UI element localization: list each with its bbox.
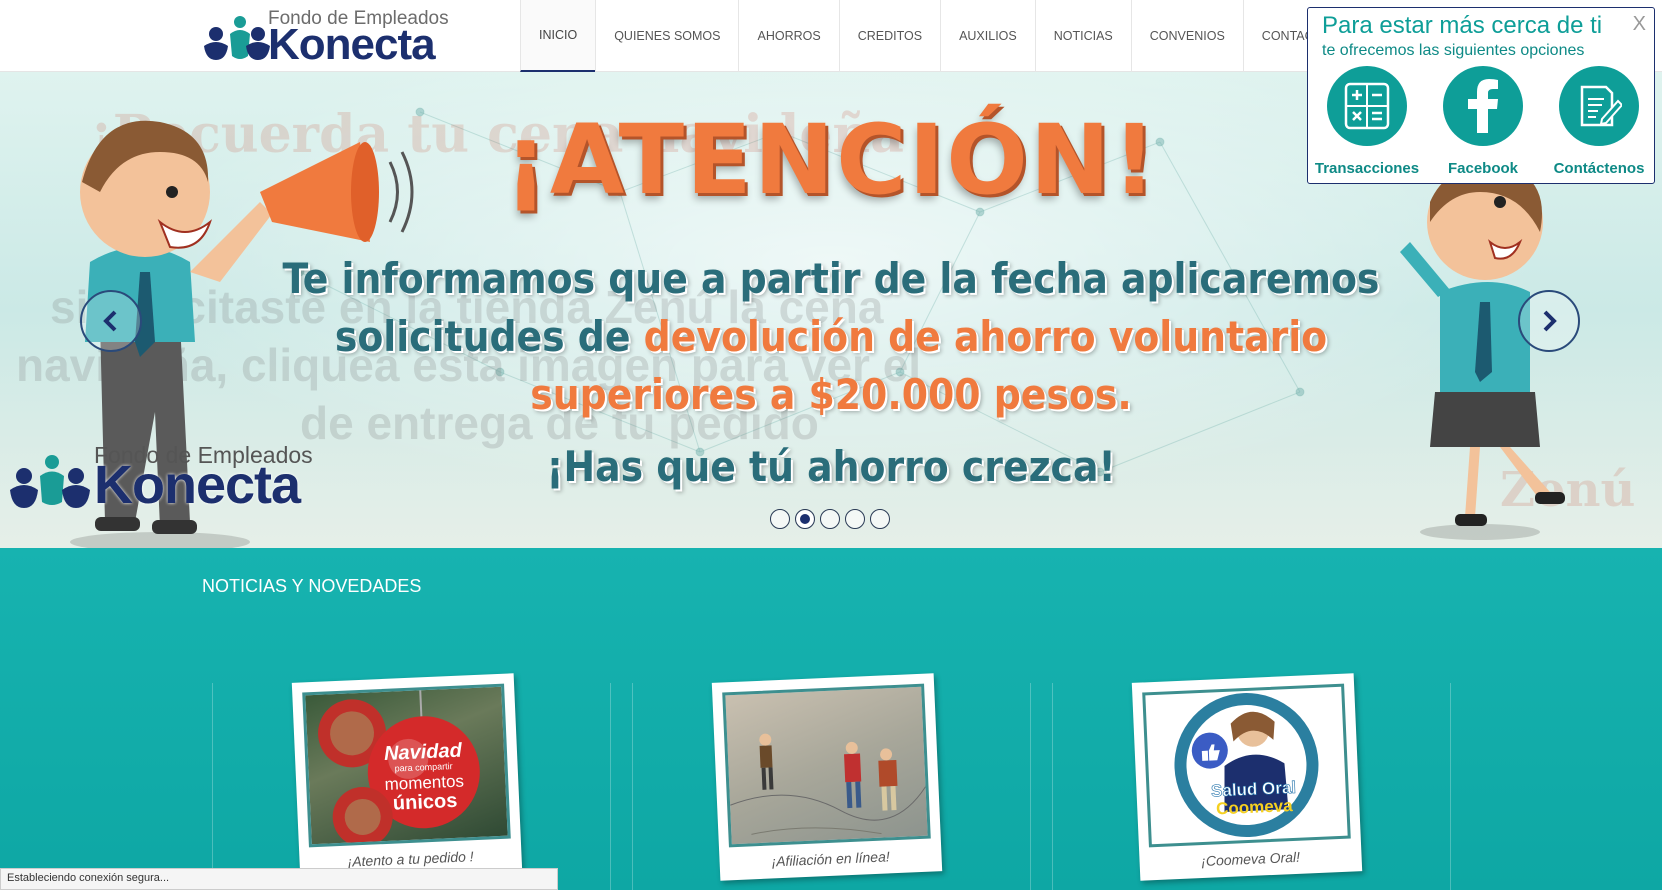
hero-logo-people-icon — [10, 455, 90, 508]
browser-status-bar: Estableciendo conexión segura... — [0, 868, 558, 890]
news-card-2-caption: ¡Afiliación en línea! — [771, 848, 891, 870]
column-divider — [1030, 683, 1031, 890]
main-nav: INICIO QUIENES SOMOS AHORROS CREDITOS AU… — [520, 0, 1375, 72]
logo-people-icon — [204, 16, 270, 60]
hero-line-3: superiores a $20.000 pesos. — [530, 370, 1132, 419]
christmas-ornaments-image: Navidad para compartir momentos únicos — [302, 683, 511, 848]
option-facebook-label: Facebook — [1447, 160, 1519, 177]
nav-auxilios[interactable]: AUXILIOS — [940, 0, 1035, 72]
column-divider — [1450, 683, 1451, 890]
news-card-3[interactable]: Salud Oral Coomeva ¡Coomeva Oral! — [1131, 673, 1363, 881]
chevron-left-icon — [103, 310, 117, 332]
hero-line-2-prefix: solicitudes de — [334, 312, 644, 361]
hero-line-2-highlight: devolución de ahorro voluntario — [643, 312, 1328, 361]
column-divider — [212, 683, 213, 890]
popup-close-button[interactable]: X — [1633, 13, 1646, 36]
option-contactenos-label: Contáctenos — [1553, 160, 1645, 177]
calculator-icon — [1327, 66, 1407, 146]
options-popup: Para estar más cerca de ti te ofrecemos … — [1307, 7, 1655, 184]
ornament-text-unicos: únicos — [392, 790, 457, 815]
slider-dot-4[interactable] — [845, 509, 865, 529]
edit-document-icon — [1559, 66, 1639, 146]
travelers-on-map-image — [722, 683, 931, 848]
nav-noticias[interactable]: NOTICIAS — [1034, 0, 1131, 72]
nav-ahorros[interactable]: AHORROS — [738, 0, 838, 72]
hero-logo: Fondo de Empleados Konecta — [6, 442, 336, 515]
hero-line-2: solicitudes de devolución de ahorro volu… — [0, 312, 1662, 361]
option-transacciones[interactable]: Transacciones — [1312, 66, 1422, 177]
column-divider — [610, 683, 611, 890]
slider-next-button[interactable] — [1518, 290, 1580, 352]
traveler-figure-1 — [759, 733, 774, 790]
option-contactenos[interactable]: Contáctenos — [1544, 66, 1654, 177]
slider-dot-1[interactable] — [770, 509, 790, 529]
slider-dot-2[interactable] — [795, 509, 815, 529]
slider-prev-button[interactable] — [80, 290, 142, 352]
facebook-icon — [1443, 66, 1523, 146]
column-divider — [1052, 683, 1053, 890]
nav-quienes-somos[interactable]: QUIENES SOMOS — [595, 0, 738, 72]
popup-subtitle: te ofrecemos las siguientes opciones — [1322, 42, 1585, 59]
news-section: NOTICIAS Y NOVEDADES Navidad para compar… — [0, 548, 1662, 890]
hero-logo-brand: Konecta — [94, 455, 301, 515]
news-title: NOTICIAS Y NOVEDADES — [202, 576, 422, 596]
page: Fondo de Empleados Konecta INICIO QUIENE… — [0, 0, 1662, 890]
chevron-right-icon — [1543, 310, 1557, 332]
nav-convenios[interactable]: CONVENIOS — [1130, 0, 1243, 72]
news-card-3-caption: ¡Coomeva Oral! — [1200, 848, 1301, 870]
site-logo[interactable]: Fondo de Empleados Konecta — [200, 6, 460, 69]
logo-brand: Konecta — [268, 20, 436, 69]
coomeva-oral-image: Salud Oral Coomeva — [1142, 683, 1351, 848]
slider-dot-5[interactable] — [870, 509, 890, 529]
coomeva-text: Coomeva — [1216, 796, 1294, 818]
nav-inicio[interactable]: INICIO — [520, 0, 596, 72]
slider-dot-3[interactable] — [820, 509, 840, 529]
option-facebook[interactable]: Facebook — [1428, 66, 1538, 177]
popup-title: Para estar más cerca de ti — [1322, 12, 1603, 39]
slider-dots — [770, 509, 890, 529]
hero-line-1: Te informamos que a partir de la fecha a… — [282, 254, 1380, 303]
nav-creditos[interactable]: CREDITOS — [838, 0, 940, 72]
news-card-1[interactable]: Navidad para compartir momentos únicos ¡… — [291, 673, 523, 881]
news-card-2[interactable]: ¡Afiliación en línea! — [711, 673, 943, 881]
option-transacciones-label: Transacciones — [1314, 160, 1420, 177]
column-divider — [632, 683, 633, 890]
